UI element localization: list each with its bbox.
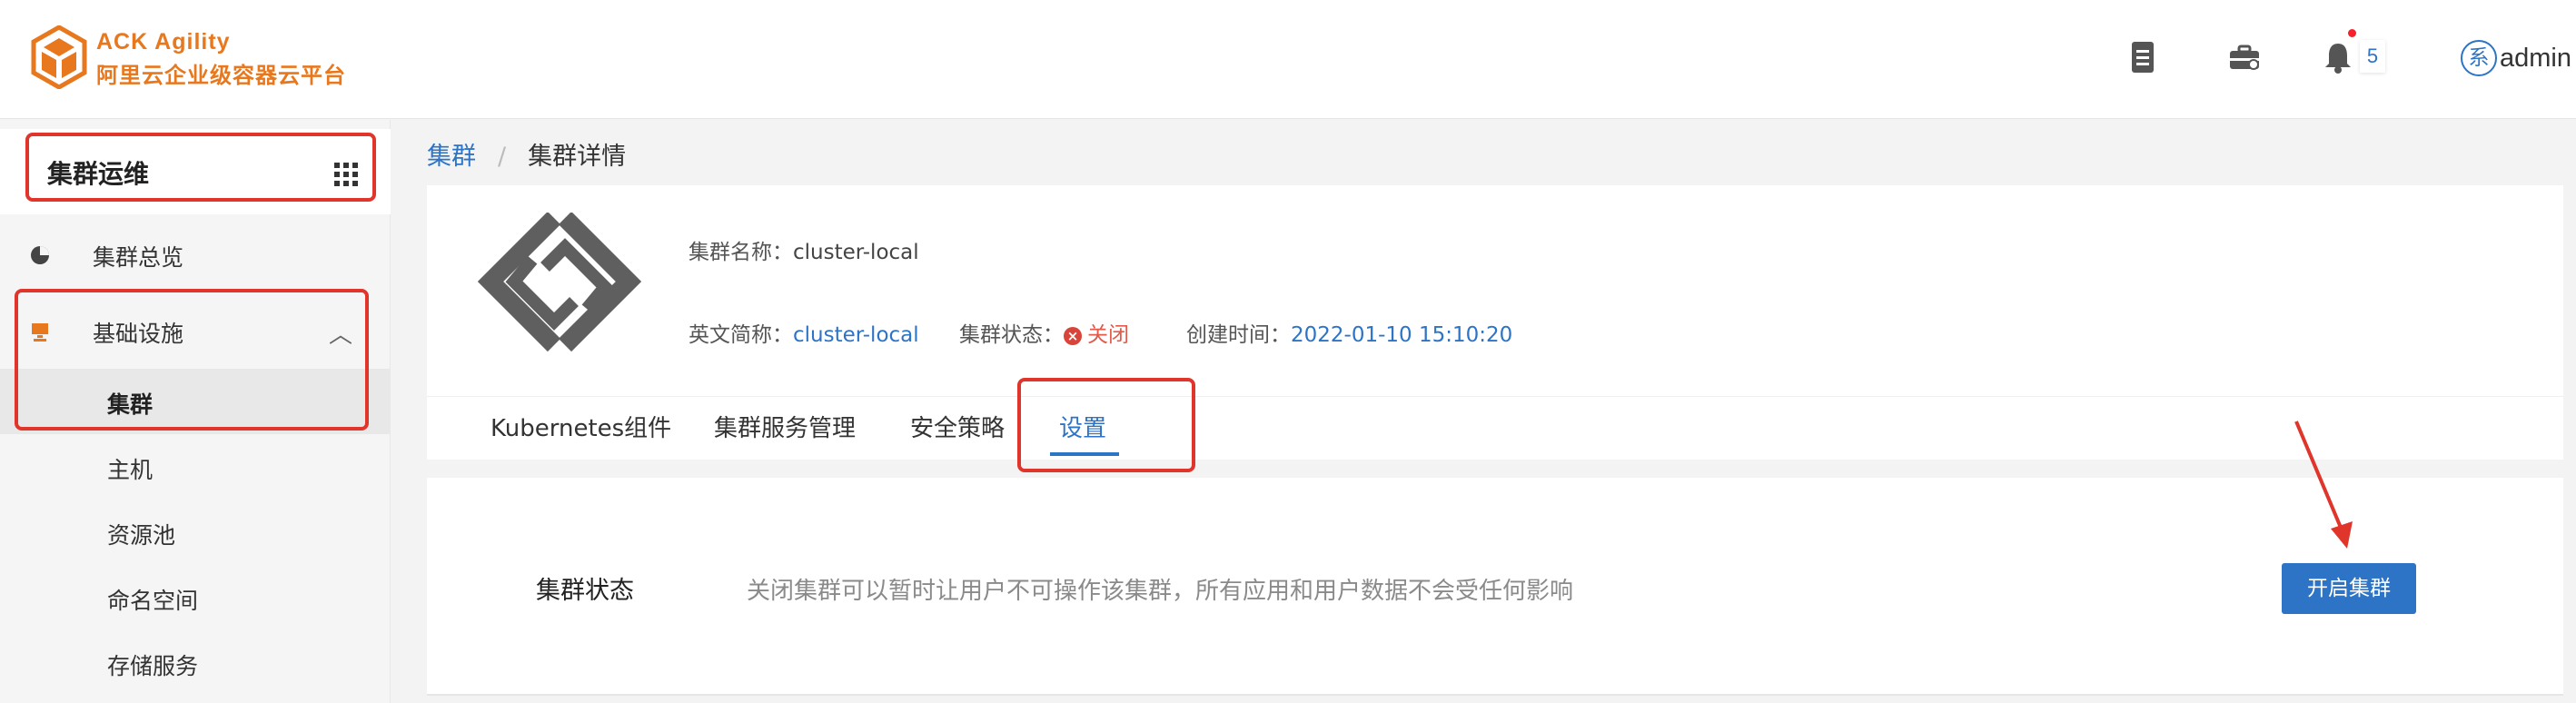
annotation-box-sidebar-header xyxy=(25,133,376,202)
close-circle-icon: × xyxy=(1064,327,1082,345)
pie-chart-icon xyxy=(31,246,49,264)
cluster-logo-icon xyxy=(477,213,642,352)
cluster-short-name-label: 英文简称： xyxy=(689,323,793,347)
cluster-status-field: 集群状态： × 关闭 xyxy=(959,317,1129,348)
cluster-status-setting-label: 集群状态 xyxy=(536,577,634,605)
sidebar-item-resource-pool[interactable]: 资源池 xyxy=(0,500,391,565)
bell-icon[interactable] xyxy=(2323,40,2353,74)
username[interactable]: admin xyxy=(2500,40,2571,76)
document-icon[interactable] xyxy=(2127,40,2158,74)
cluster-name-value: cluster-local xyxy=(793,241,919,264)
sidebar-item-label: 命名空间 xyxy=(107,588,199,614)
breadcrumb-current: 集群详情 xyxy=(528,143,627,171)
sidebar-item-overview[interactable]: 集群总览 xyxy=(0,222,391,287)
brand-subtitle: 阿里云企业级容器云平台 xyxy=(96,63,346,88)
annotation-box-settings-tab xyxy=(1017,378,1195,472)
created-time-value: 2022-01-10 15:10:20 xyxy=(1291,323,1513,347)
cluster-status-setting-description: 关闭集群可以暂时让用户不可操作该集群，所有应用和用户数据不会受任何影响 xyxy=(747,578,1574,605)
enable-cluster-button[interactable]: 开启集群 xyxy=(2282,563,2416,614)
cluster-info-card: 集群名称：cluster-local 英文简称：cluster-local 集群… xyxy=(427,185,2563,460)
created-time-label: 创建时间： xyxy=(1186,323,1291,347)
notification-count[interactable]: 5 xyxy=(2360,40,2385,73)
sidebar-item-label: 资源池 xyxy=(107,522,176,549)
top-header: ACK Agility 阿里云企业级容器云平台 5 系 admin xyxy=(0,0,2576,119)
annotation-box-infrastructure xyxy=(15,289,369,431)
cluster-short-name-value: cluster-local xyxy=(793,323,919,347)
brand-name: ACK Agility xyxy=(96,29,231,54)
logo-icon[interactable] xyxy=(31,25,87,89)
breadcrumb-separator: / xyxy=(498,143,507,171)
tab-security-policy[interactable]: 安全策略 xyxy=(910,410,1005,443)
avatar[interactable]: 系 xyxy=(2461,40,2497,76)
annotation-arrow xyxy=(2294,421,2353,549)
created-time-field: 创建时间：2022-01-10 15:10:20 xyxy=(1186,317,1512,348)
sidebar-item-host[interactable]: 主机 xyxy=(0,434,391,500)
toolbox-icon[interactable] xyxy=(2227,40,2262,74)
breadcrumb-root[interactable]: 集群 xyxy=(427,143,476,171)
sidebar-item-label: 集群总览 xyxy=(93,244,184,271)
sidebar-item-namespace[interactable]: 命名空间 xyxy=(0,565,391,630)
settings-card: 集群状态 关闭集群可以暂时让用户不可操作该集群，所有应用和用户数据不会受任何影响… xyxy=(427,478,2563,696)
tab-cluster-service-management[interactable]: 集群服务管理 xyxy=(714,410,856,443)
notification-dot xyxy=(2348,29,2356,37)
tab-kubernetes-components[interactable]: Kubernetes组件 xyxy=(490,410,671,443)
cluster-status-value: 关闭 xyxy=(1087,323,1129,347)
breadcrumb: 集群 / 集群详情 xyxy=(427,136,626,172)
sidebar-item-label: 存储服务 xyxy=(107,653,199,679)
sidebar-item-storage[interactable]: 存储服务 xyxy=(0,630,391,696)
sidebar-item-label: 主机 xyxy=(107,457,154,483)
cluster-name-label: 集群名称： xyxy=(689,241,793,264)
cluster-short-name-field: 英文简称：cluster-local xyxy=(689,317,919,348)
cluster-name-field: 集群名称：cluster-local xyxy=(689,234,919,265)
tab-bar: Kubernetes组件 集群服务管理 安全策略 设置 xyxy=(427,396,2563,460)
cluster-status-label: 集群状态： xyxy=(959,323,1064,347)
